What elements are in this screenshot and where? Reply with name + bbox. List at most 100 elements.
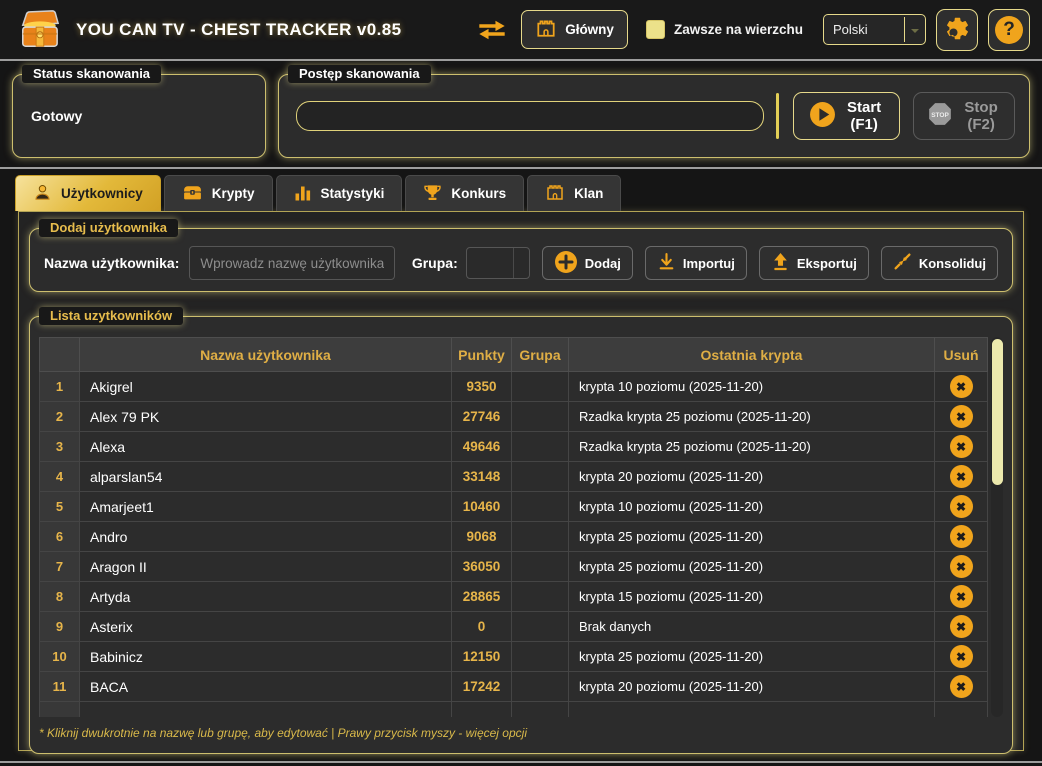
username-cell[interactable]: Alexa [80, 432, 452, 462]
table-scrollbar[interactable] [991, 337, 1003, 717]
delete-user-button[interactable]: ✖ [950, 465, 973, 488]
delete-user-button[interactable]: ✖ [950, 585, 973, 608]
delete-user-button[interactable]: ✖ [950, 615, 973, 638]
group-cell[interactable] [512, 462, 569, 492]
start-label: Start (F1) [844, 99, 884, 133]
delete-user-button[interactable]: ✖ [950, 645, 973, 668]
group-cell[interactable] [512, 492, 569, 522]
stop-button[interactable]: STOP Stop (F2) [913, 92, 1015, 140]
import-button[interactable]: Importuj [645, 246, 747, 280]
delete-user-button[interactable]: ✖ [950, 675, 973, 698]
start-button[interactable]: Start (F1) [793, 92, 900, 140]
col-username[interactable]: Nazwa użytkownika [80, 338, 452, 372]
username-cell[interactable]: Amarjeet1 [80, 492, 452, 522]
tab-konkurs[interactable]: Konkurs [405, 175, 524, 211]
import-label: Importuj [683, 256, 735, 271]
col-index [40, 338, 80, 372]
tab-panel: Dodaj użytkownika Nazwa użytkownika: Gru… [18, 211, 1024, 751]
add-user-button[interactable]: Dodaj [542, 246, 633, 280]
chest-logo-icon [16, 9, 62, 51]
table-row: 8 Artyda 28865 krypta 15 poziomu (2025-1… [40, 582, 988, 612]
col-points[interactable]: Punkty [452, 338, 512, 372]
delete-user-button[interactable]: ✖ [950, 555, 973, 578]
delete-cell: ✖ [935, 522, 988, 552]
username-cell[interactable]: Alex 79 PK [80, 402, 452, 432]
col-group[interactable]: Grupa [512, 338, 569, 372]
username-cell[interactable]: Artyda [80, 582, 452, 612]
add-label: Dodaj [585, 256, 621, 271]
col-last-chest[interactable]: Ostatnia krypta [569, 338, 935, 372]
trophy-icon [423, 183, 442, 205]
username-cell[interactable]: Babinicz [80, 642, 452, 672]
group-cell[interactable] [512, 432, 569, 462]
group-cell[interactable] [512, 582, 569, 612]
x-icon: ✖ [956, 651, 966, 663]
username-cell[interactable]: BACA [80, 672, 452, 702]
tab-statystyki[interactable]: Statystyki [276, 175, 403, 211]
username-cell[interactable]: alparslan54 [80, 462, 452, 492]
play-icon [809, 101, 836, 132]
main-view-button[interactable]: Główny [521, 10, 628, 49]
last-chest-cell: krypta 10 poziomu (2025-11-20) [569, 492, 935, 522]
delete-cell: ✖ [935, 492, 988, 522]
row-number: 4 [40, 462, 80, 492]
group-cell[interactable] [512, 402, 569, 432]
last-chest-cell: krypta 10 poziomu (2025-11-20) [569, 372, 935, 402]
username-cell[interactable]: Aragon II [80, 552, 452, 582]
group-cell[interactable] [512, 372, 569, 402]
username-label: Nazwa użytkownika: [44, 255, 179, 271]
group-cell[interactable] [512, 642, 569, 672]
export-label: Eksportuj [797, 256, 857, 271]
language-select[interactable]: Polski [823, 14, 926, 45]
table-row: 9 Asterix 0 Brak danych ✖ [40, 612, 988, 642]
help-button[interactable]: ? [988, 9, 1030, 51]
tab-label: Klan [574, 186, 603, 201]
delete-cell: ✖ [935, 432, 988, 462]
row-number: 9 [40, 612, 80, 642]
delete-user-button[interactable]: ✖ [950, 435, 973, 458]
username-cell[interactable]: Andro [80, 522, 452, 552]
delete-user-button[interactable]: ✖ [950, 525, 973, 548]
tab-bar: Użytkownicy Krypty Statystyki [15, 175, 1042, 211]
username-input[interactable] [189, 246, 394, 280]
row-number: 6 [40, 522, 80, 552]
delete-cell: ✖ [935, 582, 988, 612]
delete-user-button[interactable]: ✖ [950, 495, 973, 518]
delete-user-button[interactable]: ✖ [950, 405, 973, 428]
points-cell: 12150 [452, 642, 512, 672]
tab-klan[interactable]: Klan [527, 175, 621, 211]
swap-arrows-icon[interactable] [477, 18, 507, 42]
delete-cell: ✖ [935, 612, 988, 642]
settings-button[interactable] [936, 9, 978, 51]
tab-uzytkownicy[interactable]: Użytkownicy [15, 175, 161, 211]
gear-icon [944, 15, 971, 45]
username-cell[interactable]: Akigrel [80, 372, 452, 402]
consolidate-button[interactable]: Konsoliduj [881, 246, 998, 280]
group-cell[interactable] [512, 522, 569, 552]
last-chest-cell: krypta 25 poziomu (2025-11-20) [569, 642, 935, 672]
scan-status-groupbox: Status skanowania Gotowy [12, 74, 266, 158]
language-value: Polski [833, 22, 868, 37]
user-table: Nazwa użytkownika Punkty Grupa Ostatnia … [39, 337, 1003, 717]
user-table-body: 1 Akigrel 9350 krypta 10 poziomu (2025-1… [40, 372, 988, 718]
x-icon: ✖ [956, 621, 966, 633]
username-cell[interactable]: Asterix [80, 612, 452, 642]
group-input[interactable] [466, 247, 530, 279]
status-section: Status skanowania Gotowy Postęp skanowan… [0, 61, 1042, 158]
always-on-top-checkbox[interactable] [646, 20, 665, 39]
points-cell: 27746 [452, 402, 512, 432]
tab-krypty[interactable]: Krypty [164, 175, 273, 211]
table-row: 2 Alex 79 PK 27746 Rzadka krypta 25 pozi… [40, 402, 988, 432]
user-list-groupbox: Lista uzytkowników Nazwa użytkownika Pun… [29, 316, 1013, 754]
scrollbar-thumb[interactable] [992, 339, 1003, 485]
delete-user-button[interactable]: ✖ [950, 375, 973, 398]
export-button[interactable]: Eksportuj [759, 246, 869, 280]
group-cell[interactable] [512, 612, 569, 642]
group-cell[interactable] [512, 552, 569, 582]
x-icon: ✖ [956, 501, 966, 513]
x-icon: ✖ [956, 591, 966, 603]
add-user-legend: Dodaj użytkownika [39, 219, 178, 237]
group-cell[interactable] [512, 672, 569, 702]
select-divider [904, 17, 905, 42]
row-number: 7 [40, 552, 80, 582]
